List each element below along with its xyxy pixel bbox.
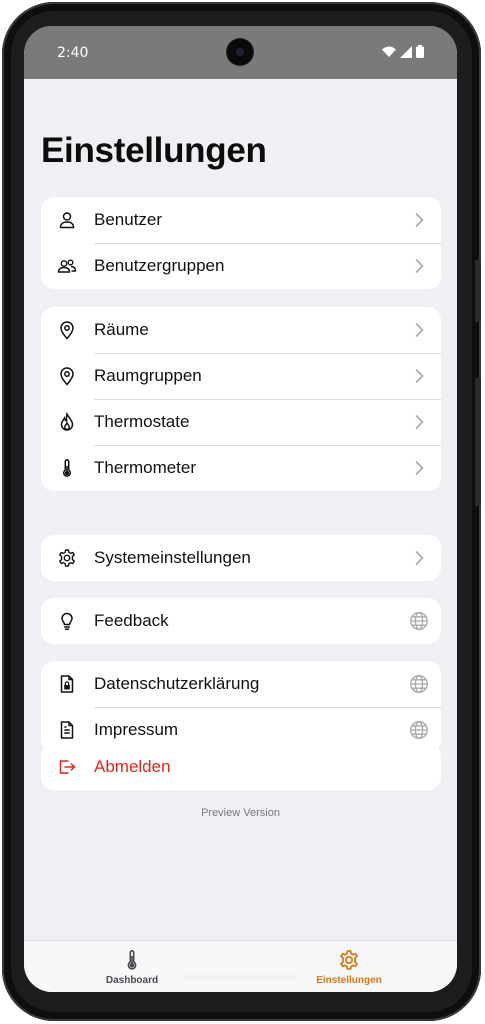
gear-icon xyxy=(340,950,358,970)
globe-icon xyxy=(410,721,428,739)
map-pin-icon xyxy=(60,367,74,386)
logout-icon xyxy=(59,760,76,774)
map-pin-icon xyxy=(60,321,74,340)
status-time: 2:40 xyxy=(57,45,89,61)
tab-label: Dashboard xyxy=(105,975,159,986)
power-button xyxy=(475,378,481,506)
settings-content: Einstellungen Benutzer Benutzergruppen R… xyxy=(24,79,457,941)
wifi-icon xyxy=(382,46,396,57)
status-icons xyxy=(382,45,424,58)
settings-row-label: Feedback xyxy=(94,611,169,630)
front-camera xyxy=(227,39,253,65)
settings-group-logout: Abmelden xyxy=(41,744,441,790)
preview-version-label: Preview Version xyxy=(201,807,280,819)
thermometer-icon xyxy=(62,459,72,477)
settings-group-legal: Datenschutzerklärung Impressum xyxy=(41,661,441,753)
settings-row-label: Raumgruppen xyxy=(94,366,202,385)
status-bar: 2:40 xyxy=(24,26,457,79)
chevron-right-icon xyxy=(415,461,424,475)
chevron-right-icon xyxy=(415,415,424,429)
settings-group-system: Systemeinstellungen xyxy=(41,535,441,581)
settings-row-systemeinstellungen[interactable]: Systemeinstellungen xyxy=(41,535,441,581)
settings-row-label: Systemeinstellungen xyxy=(94,548,251,567)
chevron-right-icon xyxy=(415,369,424,383)
settings-row-raeume[interactable]: Räume xyxy=(41,307,441,353)
settings-row-raumgruppen[interactable]: Raumgruppen xyxy=(41,353,441,399)
thermometer-icon xyxy=(127,950,137,970)
lightbulb-icon xyxy=(61,612,73,631)
volume-button xyxy=(475,260,481,322)
settings-row-datenschutz[interactable]: Datenschutzerklärung xyxy=(41,661,441,707)
flame-icon xyxy=(60,412,74,431)
logout-label: Abmelden xyxy=(94,757,171,776)
settings-row-label: Impressum xyxy=(94,720,179,739)
settings-row-label: Benutzer xyxy=(94,210,163,229)
user-icon xyxy=(59,212,75,229)
settings-row-thermostate[interactable]: Thermostate xyxy=(41,399,441,445)
tab-einstellungen[interactable]: Einstellungen xyxy=(289,941,409,992)
battery-icon xyxy=(416,45,424,58)
settings-row-feedback[interactable]: Feedback xyxy=(41,598,441,644)
chevron-right-icon xyxy=(415,323,424,337)
globe-icon xyxy=(410,675,428,693)
gear-icon xyxy=(59,549,75,567)
chevron-right-icon xyxy=(415,213,424,227)
settings-row-label: Thermostate xyxy=(94,412,190,431)
tab-label: Einstellungen xyxy=(316,975,382,986)
screen: 2:40 Einstellungen Benutzer Benutzergrup… xyxy=(24,26,457,992)
settings-row-benutzer[interactable]: Benutzer xyxy=(41,197,441,243)
home-indicator[interactable] xyxy=(183,975,297,979)
settings-row-label: Thermometer xyxy=(94,458,197,477)
tab-dashboard[interactable]: Dashboard xyxy=(72,941,192,992)
file-lock-icon xyxy=(60,675,74,693)
globe-icon xyxy=(410,612,428,630)
signal-icon xyxy=(400,45,412,58)
page-title: Einstellungen xyxy=(41,131,267,170)
settings-group-rooms: Räume Raumgruppen Thermostate Thermomete… xyxy=(41,307,441,491)
settings-group-users: Benutzer Benutzergruppen xyxy=(41,197,441,289)
chevron-right-icon xyxy=(415,551,424,565)
settings-row-label: Datenschutzerklärung xyxy=(94,674,260,693)
tab-bar: Dashboard Einstellungen xyxy=(24,940,457,992)
settings-row-thermometer[interactable]: Thermometer xyxy=(41,445,441,491)
file-text-icon xyxy=(60,721,74,739)
settings-group-feedback: Feedback xyxy=(41,598,441,644)
logout-button[interactable]: Abmelden xyxy=(41,744,441,790)
settings-row-label: Benutzergruppen xyxy=(94,256,225,275)
chevron-right-icon xyxy=(415,259,424,273)
users-icon xyxy=(57,259,77,273)
settings-row-label: Räume xyxy=(94,320,149,339)
settings-row-benutzergruppen[interactable]: Benutzergruppen xyxy=(41,243,441,289)
